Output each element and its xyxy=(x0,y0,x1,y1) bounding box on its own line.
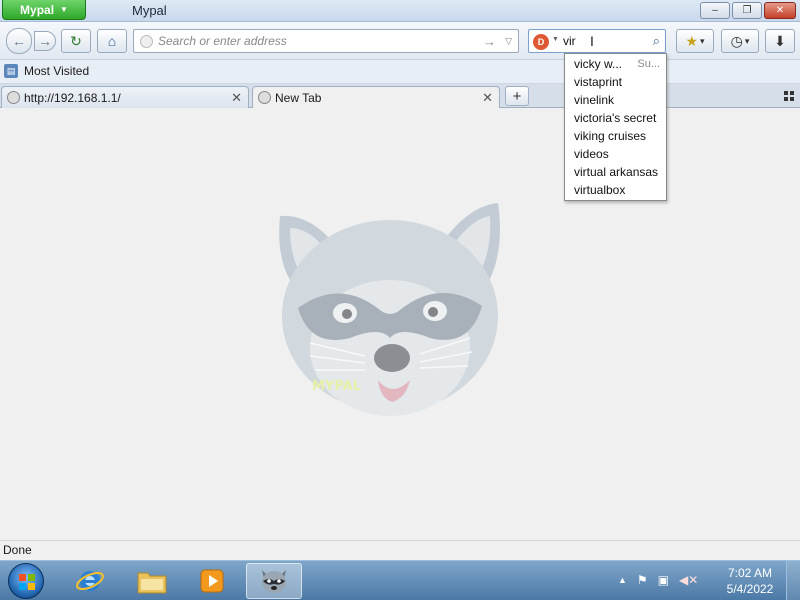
internet-explorer-icon xyxy=(76,571,104,591)
taskbar-media-player[interactable] xyxy=(184,563,240,599)
suggestion-item[interactable]: virtual arkansas xyxy=(565,163,666,181)
bookmark-most-visited[interactable]: ▤ Most Visited xyxy=(4,64,89,78)
suggestion-item[interactable]: vinelink xyxy=(565,91,666,109)
suggestion-hint: Su... xyxy=(637,58,660,70)
taskbar-internet-explorer[interactable] xyxy=(62,563,118,599)
address-input[interactable] xyxy=(158,33,478,49)
tab-title: New Tab xyxy=(275,91,322,105)
close-button[interactable]: ✕ xyxy=(764,2,796,19)
app-menu-label: Mypal xyxy=(20,2,55,17)
navigation-toolbar: ← → ↻ ⌂ → ▽ D ▼ I ⌕ ★ ▾ ◷ ▾ ⬇ xyxy=(0,22,800,60)
title-bar: Mypal ▼ Mypal – ❐ ✕ xyxy=(0,0,800,22)
new-tab-button[interactable]: + xyxy=(505,86,529,106)
back-button[interactable]: ← xyxy=(6,28,32,54)
clock-date: 5/4/2022 xyxy=(726,582,774,596)
suggestion-item[interactable]: viking cruises xyxy=(565,127,666,145)
page-content: MYPAL xyxy=(0,108,800,540)
folder-icon xyxy=(137,572,167,594)
tab-router[interactable]: http://192.168.1.1/ ✕ xyxy=(1,86,249,108)
chevron-down-icon: ▾ xyxy=(744,35,750,46)
clock-time: 7:02 AM xyxy=(727,566,773,580)
raccoon-logo-icon: MYPAL xyxy=(279,203,500,416)
text-cursor-icon: I xyxy=(590,33,594,49)
engine-dropdown-icon[interactable]: ▼ xyxy=(552,36,559,43)
tray-expand-icon[interactable]: ▲ xyxy=(618,575,627,585)
bookmarks-toolbar: ▤ Most Visited xyxy=(0,60,800,84)
bookmark-star-icon: ★ xyxy=(685,32,699,49)
status-bar: Done xyxy=(0,540,800,560)
network-icon[interactable]: ▣ xyxy=(658,573,669,587)
suggestion-item[interactable]: vistaprint xyxy=(565,73,666,91)
clock-icon: ◷ xyxy=(730,32,743,49)
windows-logo-icon xyxy=(19,574,35,590)
go-arrow-icon[interactable]: → xyxy=(483,34,496,49)
forward-arrow-icon: → xyxy=(38,33,52,49)
minimize-button[interactable]: – xyxy=(700,2,730,19)
downloads-button[interactable]: ⬇ xyxy=(765,29,795,53)
forward-button[interactable]: → xyxy=(34,31,56,51)
chevron-down-icon: ▼ xyxy=(60,5,68,14)
taskbar-file-explorer[interactable] xyxy=(124,563,180,599)
globe-icon xyxy=(140,35,153,48)
search-bar[interactable]: D ▼ I ⌕ xyxy=(528,29,666,53)
app-menu-button[interactable]: Mypal ▼ xyxy=(2,0,86,20)
reload-icon: ↻ xyxy=(70,32,82,49)
search-input[interactable] xyxy=(563,33,643,49)
system-tray: ▲ ⚑ ▣ ◀✕ xyxy=(618,573,698,587)
globe-icon xyxy=(258,91,271,104)
suggestion-item[interactable]: victoria's secret xyxy=(565,109,666,127)
search-icon[interactable]: ⌕ xyxy=(653,33,660,49)
action-center-flag-icon[interactable]: ⚑ xyxy=(637,573,648,587)
status-text: Done xyxy=(3,543,32,557)
home-icon: ⌂ xyxy=(107,33,117,49)
download-arrow-icon: ⬇ xyxy=(774,32,786,49)
suggestion-item[interactable]: vicky w... Su... xyxy=(565,55,666,73)
tab-close-icon[interactable]: ✕ xyxy=(482,90,493,106)
search-engine-icon[interactable]: D xyxy=(533,34,549,50)
start-button[interactable] xyxy=(8,563,44,599)
raccoon-icon xyxy=(262,570,286,593)
reload-button[interactable]: ↻ xyxy=(61,29,91,53)
volume-muted-icon[interactable]: ◀✕ xyxy=(679,573,698,587)
suggestion-item[interactable]: videos xyxy=(565,145,666,163)
taskbar-mypal[interactable] xyxy=(246,563,302,599)
suggestion-item[interactable]: virtualbox xyxy=(565,181,666,199)
maximize-button[interactable]: ❐ xyxy=(732,2,762,19)
bookmarks-menu-button[interactable]: ★ ▾ xyxy=(676,29,714,53)
bookmark-folder-icon: ▤ xyxy=(4,64,18,78)
search-suggestions-dropdown: vicky w... Su... vistaprint vinelink vic… xyxy=(564,53,667,201)
media-player-icon xyxy=(200,569,224,593)
chevron-down-icon: ▾ xyxy=(700,35,705,46)
list-all-tabs-icon[interactable] xyxy=(784,91,794,101)
taskbar: ▲ ⚑ ▣ ◀✕ 7:02 AM 5/4/2022 xyxy=(0,560,800,600)
tab-title: http://192.168.1.1/ xyxy=(24,90,121,105)
back-arrow-icon: ← xyxy=(12,33,26,49)
history-dropdown-icon[interactable]: ▽ xyxy=(505,36,512,47)
tab-close-icon[interactable]: ✕ xyxy=(231,90,242,106)
show-desktop-button[interactable] xyxy=(786,561,800,600)
address-bar[interactable]: → ▽ xyxy=(133,29,519,53)
watermark-text: MYPAL xyxy=(312,379,361,394)
globe-icon xyxy=(7,91,20,104)
window-title: Mypal xyxy=(132,3,167,18)
history-menu-button[interactable]: ◷ ▾ xyxy=(721,29,759,53)
tab-strip: http://192.168.1.1/ ✕ New Tab ✕ + xyxy=(0,84,800,109)
suggestion-text: vicky w... xyxy=(574,57,623,71)
window-controls: – ❐ ✕ xyxy=(700,2,796,19)
tab-new-tab[interactable]: New Tab ✕ xyxy=(252,86,500,109)
bookmark-label: Most Visited xyxy=(24,64,90,78)
home-button[interactable]: ⌂ xyxy=(97,29,127,53)
system-clock[interactable]: 7:02 AM 5/4/2022 xyxy=(720,565,780,597)
plus-icon: + xyxy=(512,87,522,105)
